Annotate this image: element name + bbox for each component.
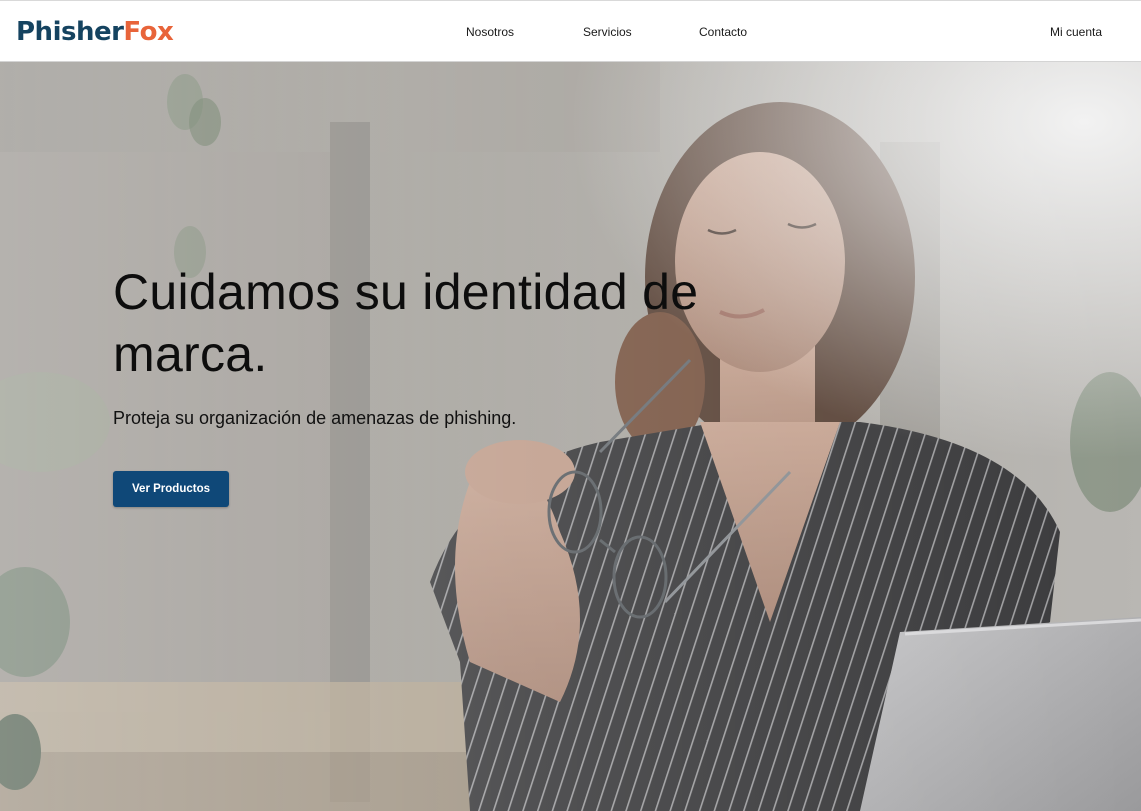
hero-section: Cuidamos su identidad de marca. Proteja … — [0, 62, 1141, 811]
brand-logo[interactable]: PhisherFox — [16, 15, 174, 49]
hero-title: Cuidamos su identidad de marca. — [113, 264, 699, 382]
logo-text-phisher: Phisher — [16, 17, 124, 47]
top-navbar: PhisherFox Nosotros Servicios Contacto M… — [0, 0, 1141, 62]
nav-link-servicios[interactable]: Servicios — [583, 24, 632, 40]
view-products-button[interactable]: Ver Productos — [113, 471, 229, 507]
hero-subtitle: Proteja su organización de amenazas de p… — [113, 408, 517, 428]
logo-text-fox: Fox — [123, 17, 174, 47]
my-account-link[interactable]: Mi cuenta — [1050, 24, 1102, 40]
nav-link-contacto[interactable]: Contacto — [699, 24, 747, 40]
hero-overlay — [0, 62, 1141, 811]
nav-link-nosotros[interactable]: Nosotros — [466, 24, 514, 40]
